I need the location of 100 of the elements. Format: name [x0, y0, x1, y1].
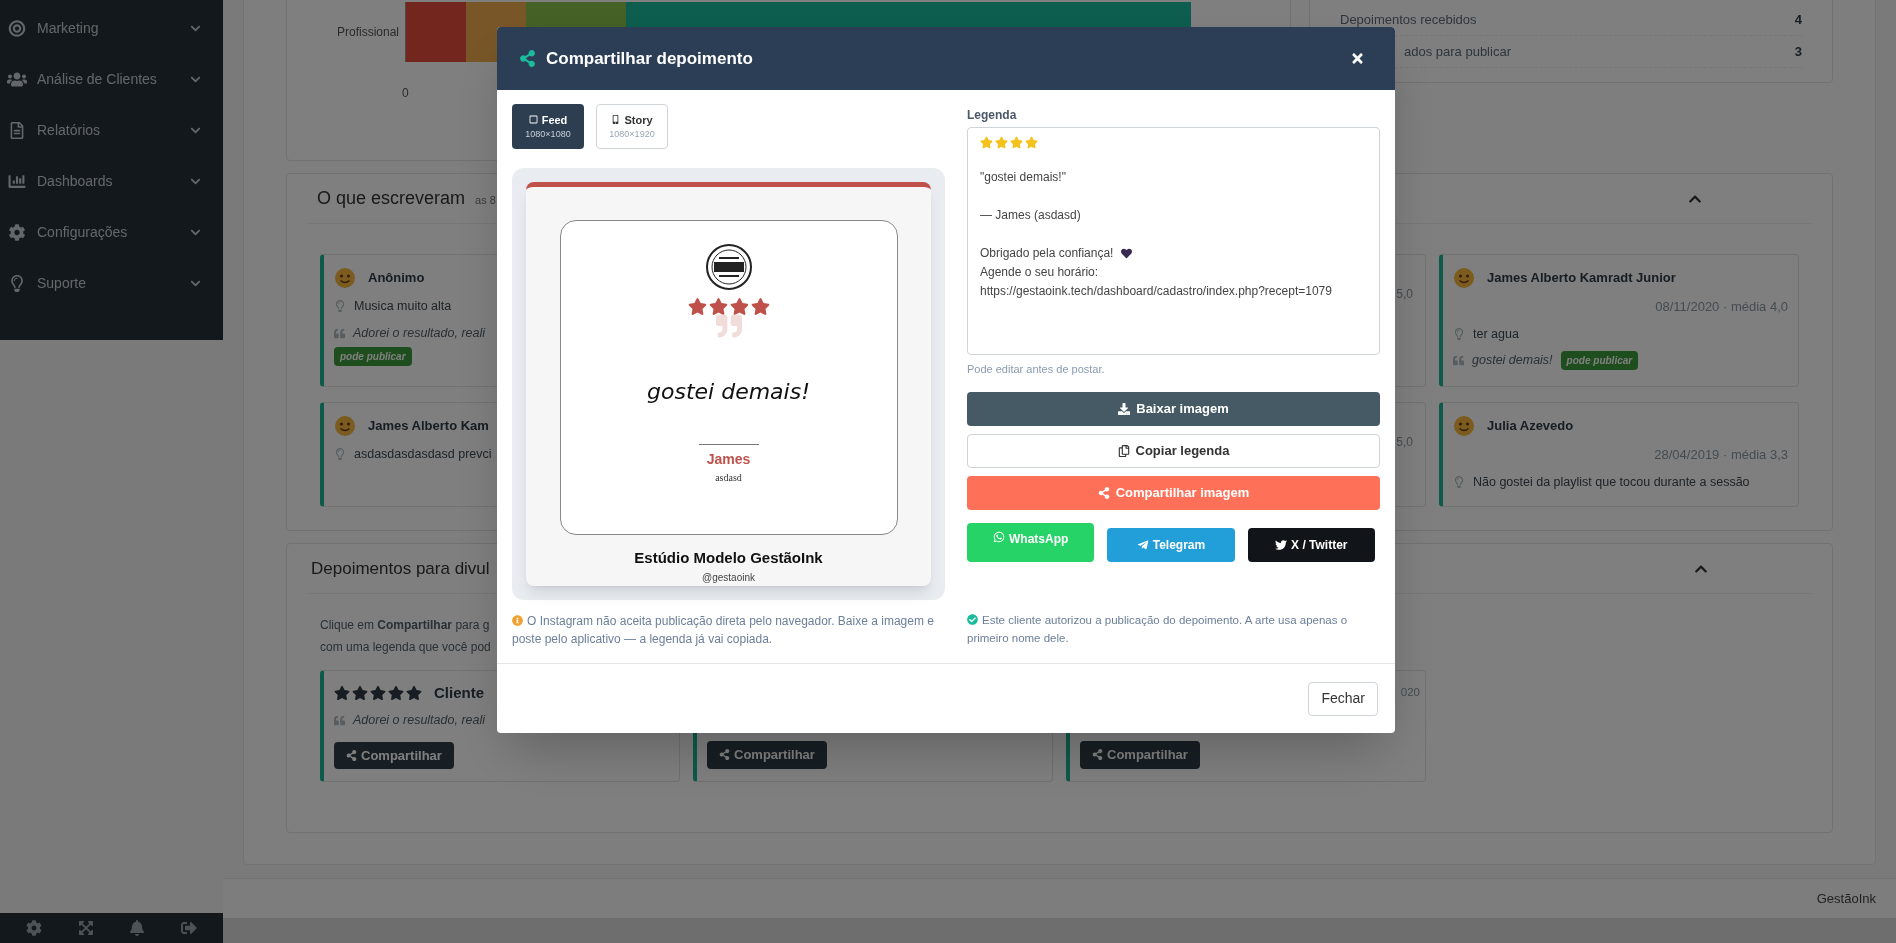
client-name: Cliente: [434, 682, 484, 703]
format-tab[interactable]: Story 1080×1920: [596, 104, 668, 149]
caption-line: https://gestaoink.tech/dashboard/cadastro/index.php?recept=1079: [980, 283, 1332, 300]
heart-icon: [1121, 248, 1133, 259]
share-button[interactable]: Compartilhar: [1080, 740, 1200, 769]
sidebar-item-icon: [7, 173, 27, 190]
close-button[interactable]: [1350, 51, 1365, 66]
download-icon: [1118, 402, 1131, 415]
fullscreen-icon[interactable]: [77, 920, 94, 936]
network-share-button[interactable]: Telegram: [1107, 527, 1235, 562]
comment-text: ter agua: [1473, 325, 1519, 343]
studio-logo-icon: [704, 243, 753, 291]
share-icon: [1092, 749, 1103, 761]
sidebar-item[interactable]: Configurações: [0, 207, 223, 258]
star-icon: [729, 297, 749, 316]
star-icon: [406, 685, 422, 701]
star-icon: [708, 297, 728, 316]
star-icon: [687, 297, 707, 316]
chevron-down-icon: [190, 74, 201, 85]
sidebar-item[interactable]: Relatórios: [0, 105, 223, 156]
quote-icon: [334, 327, 345, 339]
caption-hint: Pode editar antes de postar.: [967, 362, 1106, 377]
caption-textarea[interactable]: "gostei demais!" — James (asdasd) Obrigado pela confiança! Agende o seu horário: https://gestaoink.tech/dashboard/cadastro/index.php?recept=1079: [967, 127, 1380, 355]
caption-line: "gostei demais!": [980, 169, 1066, 186]
settings-icon[interactable]: [25, 920, 42, 936]
footer-brand: GestãoInk: [1816, 889, 1876, 908]
emoji-avatar-icon: [1453, 267, 1475, 289]
caption-line: Obrigado pela confiança!: [980, 245, 1114, 262]
star-icon: [1025, 136, 1038, 149]
publish-badge: pode publicar: [1560, 351, 1639, 371]
info-icon: [512, 615, 523, 626]
bell-icon[interactable]: [129, 920, 146, 936]
chevron-down-icon: [190, 125, 201, 136]
quote-icon: [334, 714, 345, 726]
intro-text: Clique em Compartilhar para g: [320, 617, 490, 634]
action-button[interactable]: Compartilhar imagem: [967, 475, 1380, 510]
caption-label: Legenda: [967, 107, 1018, 124]
chevron-down-icon: [190, 278, 201, 289]
sidebar-item[interactable]: Suporte: [0, 258, 223, 309]
sidebar-item[interactable]: Dashboards: [0, 156, 223, 207]
section-title: Depoimentos para divul: [311, 557, 490, 580]
sidebar-item-icon: [7, 71, 27, 88]
sidebar-item[interactable]: Marketing: [0, 3, 223, 54]
twitter-logo-icon: [1275, 539, 1288, 551]
share-button[interactable]: Compartilhar: [707, 740, 827, 769]
sidebar-item[interactable]: Análise de Clientes: [0, 54, 223, 105]
emoji-avatar-icon: [334, 415, 356, 437]
action-button[interactable]: Baixar imagem: [967, 391, 1380, 426]
chevron-down-icon: [190, 23, 201, 34]
star-icon: [334, 685, 350, 701]
lightbulb-icon: [1453, 327, 1465, 340]
star-icon: [352, 685, 368, 701]
client-name: Julia Azevedo: [1487, 417, 1574, 436]
publish-badge: pode publicar: [334, 346, 412, 366]
axis-tick: 0: [402, 85, 410, 102]
sidebar-item-icon: [7, 224, 27, 241]
section-subtitle: as 8: [475, 193, 496, 209]
copy-icon: [1117, 444, 1130, 457]
close-dialog-button[interactable]: Fechar: [1308, 681, 1378, 716]
phone-icon: [611, 115, 621, 125]
chevron-down-icon: [190, 176, 201, 187]
quote-text: Adorei o resultado, reali: [353, 712, 486, 729]
preview-quote: gostei demais!: [647, 378, 810, 406]
quote-text: Adorei o resultado, reali: [353, 324, 486, 342]
intro-text: com uma legenda que você pod: [320, 639, 491, 656]
star-icon: [388, 685, 404, 701]
section-title: O que escreveram: [317, 187, 466, 210]
date-rating-text: 08/11/2020 · média 4,0: [1655, 298, 1788, 316]
share-icon: [346, 749, 357, 761]
lightbulb-icon: [334, 448, 346, 461]
dialog-title: Compartilhar depoimento: [546, 47, 753, 70]
emoji-avatar-icon: [334, 267, 356, 289]
date-rating-text: 28/04/2019 · média 3,3: [1654, 446, 1788, 464]
caption-line: — James (asdasd): [980, 207, 1081, 224]
client-name: James Alberto Kam: [368, 417, 489, 436]
share-icon: [1097, 486, 1110, 499]
quote-mark-icon: [715, 313, 742, 339]
star-icon: [980, 136, 993, 149]
quote-icon: [1453, 355, 1464, 367]
preview-client-name: James: [706, 450, 751, 469]
quote-text: gostei demais!: [1472, 352, 1553, 370]
stat-value: 3: [1794, 42, 1802, 61]
consent-note: Este cliente autorizou a publicação do depoimento. A arte usa apenas o primeiro nome dele.: [967, 613, 1348, 644]
comment-text: asdasdasdasdasd prevci: [354, 446, 492, 463]
preview-client-detail: asdasd: [715, 471, 742, 485]
date-rating-text: 020: [1400, 684, 1420, 700]
chevron-down-icon: [190, 227, 201, 238]
star-icon: [995, 136, 1008, 149]
comment-text: Musica muito alta: [354, 298, 452, 315]
share-icon: [519, 50, 536, 67]
share-button[interactable]: Compartilhar: [334, 741, 454, 769]
action-button[interactable]: Copiar legenda: [967, 433, 1380, 468]
sidebar-item-icon: [7, 20, 27, 37]
network-share-button[interactable]: X / Twitter: [1247, 527, 1375, 562]
format-tab[interactable]: Feed 1080×1080: [512, 104, 584, 149]
star-icon: [1010, 136, 1023, 149]
chart-row-label: Profissional: [335, 24, 400, 41]
network-share-button[interactable]: WhatsApp: [967, 522, 1095, 562]
logout-icon[interactable]: [181, 920, 198, 936]
telegram-logo-icon: [1136, 539, 1149, 551]
